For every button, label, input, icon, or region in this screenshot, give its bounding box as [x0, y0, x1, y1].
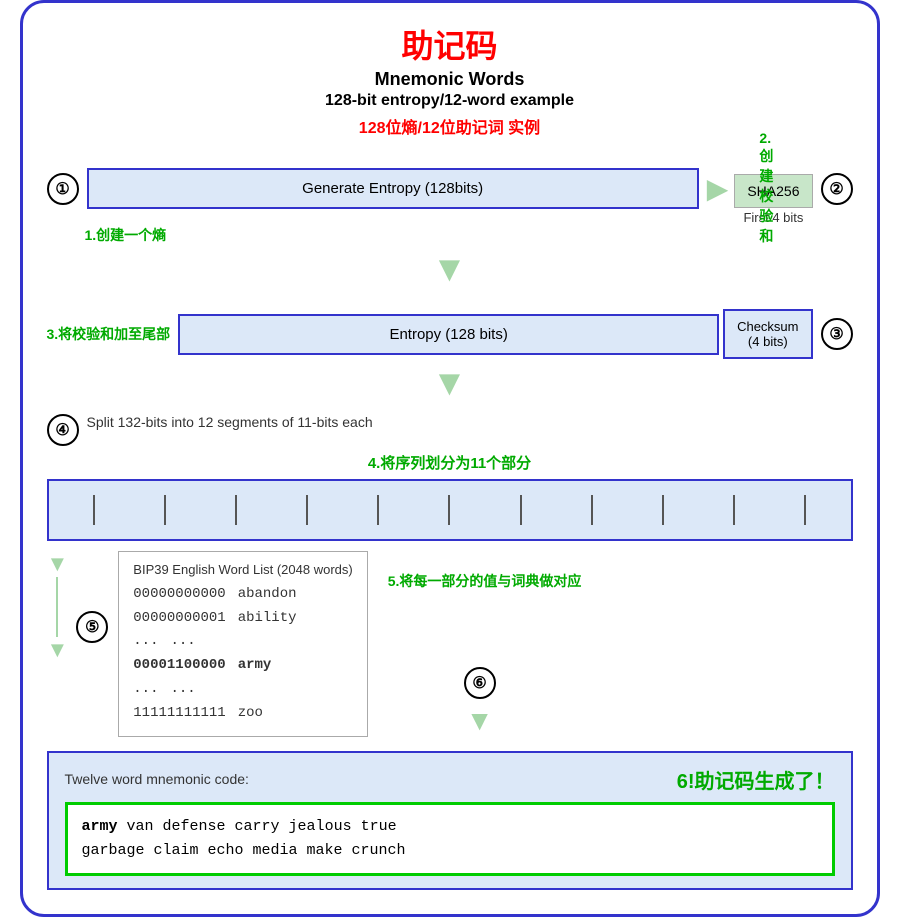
label-2: 2.创建校验和 — [759, 130, 773, 246]
seg-div — [662, 495, 664, 525]
seg-div — [520, 495, 522, 525]
title-english: Mnemonic Words — [47, 69, 853, 90]
circle-5: ⑤ — [76, 611, 108, 643]
main-container: 助记码 Mnemonic Words 128-bit entropy/12-wo… — [20, 0, 880, 917]
section5-area: ▼ ▼ ⑤ BIP39 English Word List (2048 word… — [47, 551, 853, 737]
mnemonic-rest1: van defense carry jealous true — [127, 818, 397, 835]
wordlist-content: 00000000000 abandon 00000000001 ability … — [133, 583, 352, 726]
wordlist-title: BIP39 English Word List (2048 words) — [133, 562, 352, 577]
entropy128-box: Entropy (128 bits) — [178, 314, 719, 355]
twelve-word-label: Twelve word mnemonic code: — [65, 771, 677, 787]
mnemonic-output: army van defense carry jealous true garb… — [65, 802, 835, 876]
list-item-army: 00001100000 army — [133, 654, 352, 678]
arrow-right-1: ▶ — [707, 172, 729, 205]
arrow-down-1: ▼ — [432, 253, 468, 285]
seg-div — [164, 495, 166, 525]
circle-2: ② — [821, 173, 853, 205]
arrow-left-down-2: ▼ — [47, 637, 69, 663]
seg-div — [448, 495, 450, 525]
label-3: 3.将校验和加至尾部 — [47, 324, 171, 344]
label-4: 4.将序列划分为11个部分 — [47, 452, 853, 473]
list-item: 00000000000 abandon — [133, 583, 352, 607]
section6-top: Twelve word mnemonic code: 6!助记码生成了！ — [65, 765, 835, 794]
seg-div — [235, 495, 237, 525]
seg-div — [93, 495, 95, 525]
seg-div — [804, 495, 806, 525]
entropy-box: Generate Entropy (128bits) — [87, 168, 699, 209]
label-6: 6!助记码生成了！ — [677, 765, 835, 794]
section6-area: Twelve word mnemonic code: 6!助记码生成了！ arm… — [47, 751, 853, 890]
mnemonic-line2: garbage claim echo media make crunch — [82, 839, 818, 863]
arrow-left-down-1: ▼ — [47, 551, 69, 577]
title-chinese: 助记码 — [47, 21, 853, 67]
seg-div — [306, 495, 308, 525]
subtitle-chinese: 128位熵/12位助记词 实例 — [47, 114, 853, 138]
circle-3: ③ — [821, 318, 853, 350]
checksum-box: Checksum (4 bits) — [723, 309, 812, 359]
wordlist-area: BIP39 English Word List (2048 words) 000… — [118, 551, 367, 737]
sha-column: 2.创建校验和 SHA256 First 4 bits — [734, 152, 812, 225]
list-item: 00000000001 ability — [133, 607, 352, 631]
split-text: Split 132-bits into 12 segments of 11-bi… — [87, 414, 373, 430]
mnemonic-army: army — [82, 818, 118, 835]
segments-box — [47, 479, 853, 541]
label-5: 5.将每一部分的值与词典做对应 — [388, 571, 582, 591]
seg-div — [733, 495, 735, 525]
circle-4: ④ — [47, 414, 79, 446]
circle-1: ① — [47, 173, 79, 205]
section3-row: 3.将校验和加至尾部 Entropy (128 bits) Checksum (… — [47, 309, 853, 359]
list-item: 11111111111 zoo — [133, 702, 352, 726]
seg-div — [377, 495, 379, 525]
first4bits-label: First 4 bits — [734, 210, 812, 225]
subtitle-english: 128-bit entropy/12-word example — [47, 92, 853, 110]
section1-row: ① Generate Entropy (128bits) ▶ 2.创建校验和 S… — [47, 152, 853, 225]
list-item: ... ... — [133, 678, 352, 702]
list-item: ... ... — [133, 630, 352, 654]
seg-div — [591, 495, 593, 525]
sha-box: SHA256 — [734, 174, 812, 208]
label-1: 1.创建一个熵 — [85, 225, 167, 245]
arrow-down-2: ▼ — [432, 367, 468, 399]
mnemonic-line1: army van defense carry jealous true — [82, 815, 818, 839]
arrow-down-3: ▼ — [466, 705, 494, 737]
vert-line-1 — [56, 577, 58, 637]
circle-6: ⑥ — [464, 667, 496, 699]
wordlist-box: BIP39 English Word List (2048 words) 000… — [118, 551, 367, 737]
section4-area: ④ Split 132-bits into 12 segments of 11-… — [47, 414, 853, 541]
